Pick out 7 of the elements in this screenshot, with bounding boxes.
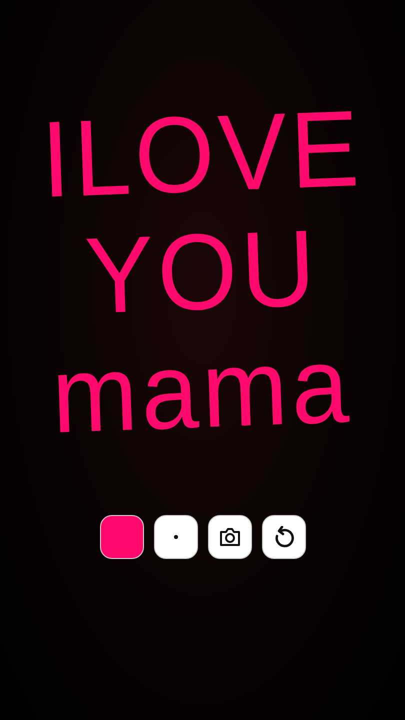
camera-button[interactable] [208, 515, 252, 559]
undo-button[interactable] [262, 515, 306, 559]
brush-size-icon [174, 535, 178, 539]
camera-icon [218, 527, 240, 547]
undo-icon [272, 526, 294, 548]
brush-size-button[interactable] [154, 515, 198, 559]
color-button[interactable] [100, 515, 144, 559]
